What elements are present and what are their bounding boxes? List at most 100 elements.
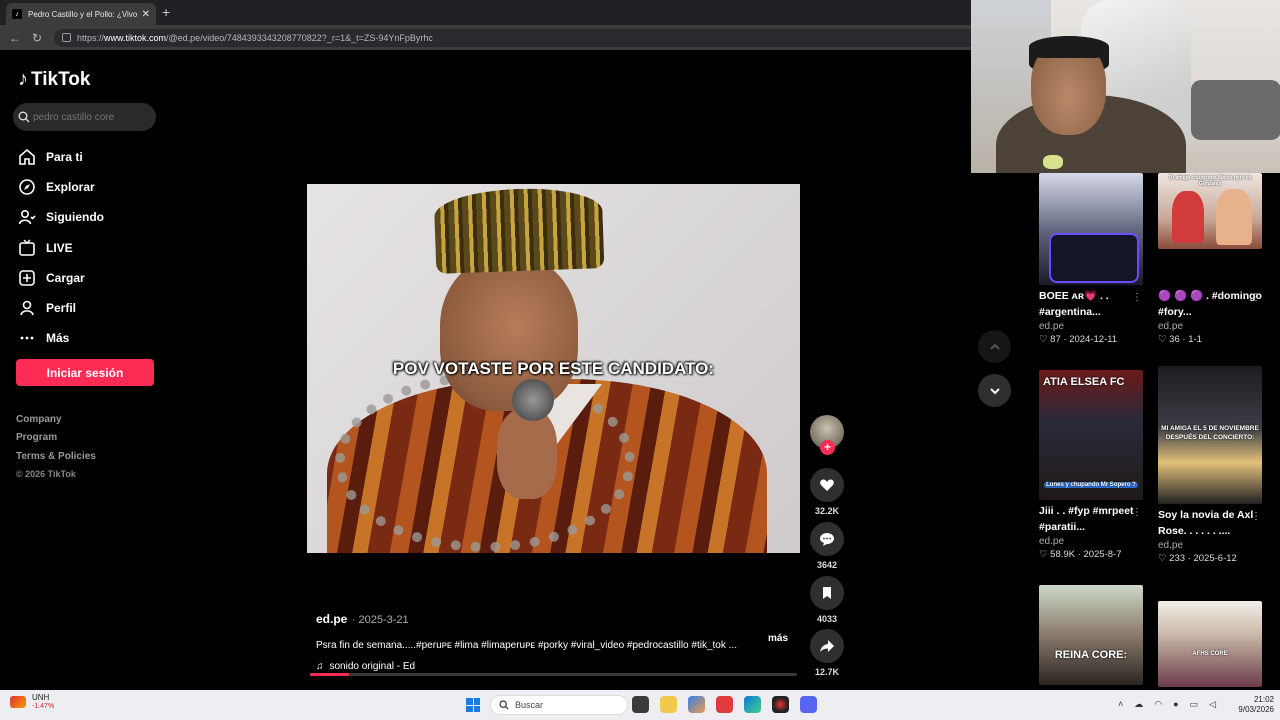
footer-link-terms[interactable]: Terms & Policies	[16, 451, 96, 469]
search-input[interactable]	[33, 111, 148, 123]
following-icon	[18, 208, 36, 226]
like-action[interactable]: 32.2K	[810, 468, 844, 516]
windows-start-icon[interactable]	[466, 698, 480, 712]
tray-chevron-up-icon[interactable]: ˄	[1118, 699, 1123, 710]
more-icon	[18, 329, 36, 347]
compass-icon	[18, 178, 36, 196]
sidebar-item-mas[interactable]: Más	[18, 323, 104, 353]
recommendation-meta: ♡ 36 · 1-1	[1158, 334, 1202, 345]
site-info-icon[interactable]	[62, 33, 71, 42]
recommendation-thumbnail[interactable]: AFHS CORE	[1158, 601, 1262, 687]
sound-label: sonido original - Ed	[329, 661, 416, 672]
system-tray: ˄ ☁ ◠ ● ▭ ◁	[1118, 699, 1227, 710]
recommendation-title: BOEE ᴀʀ💗 . . #argentina...	[1039, 290, 1109, 318]
video-player[interactable]: POV VOTASTE POR ESTE CANDIDATO:	[307, 184, 800, 553]
tiktok-note-icon: ♪	[18, 68, 28, 90]
recommendation-card[interactable]: BOEE ᴀʀ💗 . . #argentina... ⋮ ed.pe ♡ 87 …	[1039, 173, 1144, 345]
url-field[interactable]: https://www.tiktok.com/@ed.pe/video/7484…	[54, 28, 984, 47]
tiktok-logo[interactable]: ♪ TikTok	[18, 68, 90, 91]
thumbnail-subtext: Lunes y chupando Mr Sopero ?	[1044, 482, 1138, 488]
footer-links: Company Program Terms & Policies © 2026 …	[16, 414, 96, 487]
chrome-browser-icon[interactable]	[772, 696, 789, 713]
share-icon[interactable]	[810, 629, 844, 663]
kebab-menu-icon[interactable]: ⋮	[1251, 511, 1261, 522]
windows-taskbar: UNH -1.47% Buscar ˄ ☁ ◠ ● ▭ ◁ 21:02 9/03…	[0, 690, 1280, 720]
recommendation-card[interactable]: MI AMIGA EL 5 DE NOVIEMBRE DESPUÉS DEL C…	[1158, 366, 1263, 564]
search-box[interactable]	[13, 103, 156, 131]
taskbar-search[interactable]: Buscar	[490, 695, 628, 715]
footer-link-company[interactable]: Company	[16, 414, 96, 432]
sidebar: ♪ TikTok Para ti Explorar Siguiendo LIVE	[0, 50, 170, 690]
taskbar-clock[interactable]: 21:02 9/03/2026	[1226, 695, 1274, 715]
recommendation-likes: 233	[1169, 553, 1186, 564]
bookmark-icon[interactable]	[810, 576, 844, 610]
video-progress-bar[interactable]	[310, 673, 797, 676]
recommendation-card[interactable]: ATIA ELSEA FC Lunes y chupando Mr Sopero…	[1039, 370, 1144, 560]
sidebar-item-label: Más	[46, 331, 70, 346]
thumbnail-text: AFHS CORE	[1192, 651, 1228, 657]
follow-plus-icon[interactable]: +	[820, 440, 835, 455]
url-domain: www.tiktok.com	[104, 32, 167, 43]
previous-video-button[interactable]	[978, 330, 1011, 363]
volume-icon[interactable]: ◁	[1209, 699, 1216, 710]
chevron-up-icon	[989, 343, 1000, 350]
thumb-shape	[1216, 189, 1252, 245]
share-action[interactable]: 12.7K	[810, 629, 844, 677]
stock-chart-icon	[10, 695, 26, 708]
save-action[interactable]: 4033	[810, 576, 844, 624]
sidebar-item-para-ti[interactable]: Para ti	[18, 142, 104, 172]
stock-widget[interactable]: UNH -1.47%	[10, 693, 54, 710]
task-view-icon[interactable]	[632, 696, 649, 713]
file-explorer-icon[interactable]	[660, 696, 677, 713]
recommendation-card[interactable]: REINA CORE:	[1039, 585, 1144, 685]
recommendation-thumbnail[interactable]: MI AMIGA EL 5 DE NOVIEMBRE DESPUÉS DEL C…	[1158, 366, 1262, 504]
wifi-icon[interactable]: ◠	[1154, 699, 1162, 710]
sidebar-item-explorar[interactable]: Explorar	[18, 172, 104, 202]
recommendation-thumbnail[interactable]: Tu amiga chupetona Mateo pero es Gonzale…	[1158, 173, 1262, 249]
clock-time: 21:02	[1253, 695, 1274, 704]
sidebar-item-siguiendo[interactable]: Siguiendo	[18, 202, 104, 232]
login-button[interactable]: Iniciar sesión	[16, 359, 154, 386]
sidebar-item-label: LIVE	[46, 240, 73, 255]
comment-action[interactable]: 3642	[810, 522, 844, 570]
recommendation-date: 2025-6-12	[1193, 553, 1237, 564]
comment-icon[interactable]	[810, 522, 844, 556]
sidebar-item-live[interactable]: LIVE	[18, 233, 104, 263]
recommendation-thumbnail[interactable]: ATIA ELSEA FC Lunes y chupando Mr Sopero…	[1039, 370, 1143, 500]
kebab-menu-icon[interactable]: ⋮	[1132, 507, 1142, 518]
browser-tab[interactable]: ♪ Pedro Castillo y el Pollo: ¿Vivo o M ✕	[6, 3, 156, 25]
close-tab-icon[interactable]: ✕	[142, 9, 150, 20]
more-link[interactable]: más	[768, 633, 788, 644]
discord-icon[interactable]	[800, 696, 817, 713]
next-video-button[interactable]	[978, 374, 1011, 407]
heart-icon[interactable]	[810, 468, 844, 502]
kebab-menu-icon[interactable]: ⋮	[1132, 292, 1142, 303]
author-avatar[interactable]: +	[810, 415, 844, 455]
reload-icon[interactable]: ↻	[30, 31, 44, 45]
recommendation-card[interactable]: Tu amiga chupetona Mateo pero es Gonzale…	[1158, 173, 1263, 345]
kebab-menu-icon[interactable]: ⋮	[1251, 292, 1261, 303]
copilot-icon[interactable]	[688, 696, 705, 713]
sidebar-item-perfil[interactable]: Perfil	[18, 293, 104, 323]
sidebar-item-label: Siguiendo	[46, 210, 104, 225]
wps-office-icon[interactable]	[716, 696, 733, 713]
back-icon[interactable]: ←	[8, 31, 22, 45]
post-date: · 2025-3-21	[351, 614, 409, 626]
edge-browser-icon[interactable]	[744, 696, 761, 713]
sidebar-item-cargar[interactable]: Cargar	[18, 263, 104, 293]
video-microphone	[512, 379, 554, 421]
post-sound[interactable]: ♫ sonido original - Ed	[316, 661, 796, 672]
chevron-down-icon	[989, 387, 1000, 394]
microphone-icon[interactable]: ●	[1173, 699, 1178, 710]
profile-icon	[18, 299, 36, 317]
onedrive-icon[interactable]: ☁	[1134, 699, 1143, 710]
display-icon[interactable]: ▭	[1190, 699, 1199, 710]
recommendation-thumbnail[interactable]: REINA CORE:	[1039, 585, 1143, 685]
recommendation-card[interactable]: AFHS CORE	[1158, 601, 1263, 687]
upload-icon	[18, 269, 36, 287]
post-author[interactable]: ed.pe	[316, 612, 347, 626]
recommendation-thumbnail[interactable]	[1039, 173, 1143, 285]
music-note-icon: ♫	[316, 661, 324, 672]
footer-link-program[interactable]: Program	[16, 432, 96, 450]
new-tab-icon[interactable]: +	[162, 4, 170, 20]
